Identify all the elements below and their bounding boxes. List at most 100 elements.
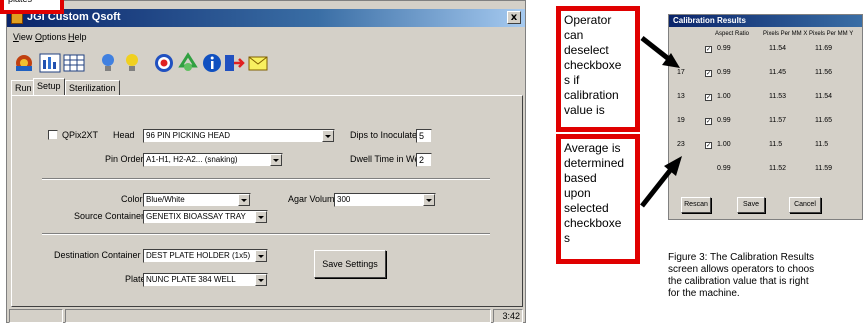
plate-chart-icon[interactable] — [39, 52, 61, 74]
qsoft-window: JGI Custom Qsoft x View Options Help Run… — [6, 0, 526, 323]
callout-line: s if — [564, 73, 580, 87]
agar-label: Agar Volume — [288, 194, 340, 204]
menu-options[interactable]: Options — [35, 32, 66, 42]
pixels-y-cell: 11.65 — [815, 117, 832, 124]
head-label: Head — [113, 130, 135, 140]
info-icon[interactable] — [201, 52, 223, 74]
source-select[interactable]: GENETIX BIOASSAY TRAY — [143, 210, 268, 224]
arrows-overlay — [640, 36, 682, 208]
color-select[interactable]: Blue/White — [143, 193, 251, 207]
bulb-blue-icon[interactable] — [97, 52, 119, 74]
tab-run[interactable]: Run — [11, 80, 36, 95]
pixels-x-cell: 11.57 — [769, 117, 786, 124]
bulb-yellow-icon[interactable] — [121, 52, 143, 74]
cancel-button[interactable]: Cancel — [789, 197, 821, 213]
menu-help[interactable]: Help — [68, 32, 87, 42]
operator-callout: Operator can deselect checkboxe s if cal… — [556, 6, 640, 132]
callout-line: Operator — [564, 13, 612, 27]
column-header: Aspect Ratio — [715, 31, 750, 37]
target-icon[interactable] — [153, 52, 175, 74]
dwell-label: Dwell Time in Well — [350, 154, 424, 164]
aspect-ratio-cell: 1.00 — [717, 93, 731, 100]
dips-input[interactable]: 5 — [416, 129, 432, 143]
recycle-icon[interactable] — [177, 52, 199, 74]
setup-panel: QPix2XT Head 96 PIN PICKING HEAD Dips to… — [11, 95, 523, 307]
callout-line: calibration — [564, 88, 619, 102]
arrow-to-checkbox — [640, 36, 680, 68]
chevron-down-icon[interactable] — [255, 274, 267, 286]
top-callout-text: plates — [8, 0, 32, 4]
chevron-down-icon[interactable] — [423, 194, 435, 206]
destination-label: Destination Container — [54, 250, 141, 260]
color-label: Color — [121, 194, 143, 204]
chevron-down-icon[interactable] — [255, 211, 267, 223]
top-callout: plates — [0, 0, 64, 14]
aspect-ratio-cell: 0.99 — [717, 45, 731, 52]
chevron-down-icon[interactable] — [270, 154, 282, 166]
callout-line: s — [564, 231, 570, 245]
chevron-down-icon[interactable] — [255, 250, 267, 262]
save-button[interactable]: Save — [737, 197, 765, 213]
agar-select[interactable]: 300 — [334, 193, 436, 207]
caption-line: screen allows operators to choos — [668, 264, 815, 275]
run-icon[interactable] — [13, 52, 35, 74]
grid-icon[interactable] — [63, 52, 85, 74]
qpix-label: QPix2XT — [62, 130, 99, 140]
chevron-down-icon[interactable] — [238, 194, 250, 206]
status-cell — [65, 309, 491, 323]
caption-line: the calibration value that is right — [668, 276, 809, 287]
head-select[interactable]: 96 PIN PICKING HEAD — [143, 129, 335, 143]
menu-bar: View Options Help — [7, 29, 525, 45]
caption-line: Figure 3: The Calibration Results — [668, 252, 814, 263]
callout-line: checkboxe — [564, 58, 622, 72]
pixels-y-cell: 11.56 — [815, 69, 832, 76]
dips-label: Dips to Inoculate — [350, 130, 418, 140]
pixels-x-cell: 11.53 — [769, 93, 786, 100]
toolbar — [13, 50, 273, 78]
average-callout: Average is determined based upon selecte… — [556, 134, 640, 264]
status-time: 3:42 PM — [493, 309, 523, 323]
qpix-checkbox[interactable] — [48, 130, 58, 140]
calibration-window: Calibration Results Aspect Ratio Pixels … — [668, 14, 863, 220]
row-checkbox[interactable]: ✓ — [705, 118, 712, 125]
callout-line: checkboxe — [564, 216, 622, 230]
pixels-y-cell: 11.54 — [815, 93, 832, 100]
export-icon[interactable] — [223, 52, 245, 74]
pin-order-label: Pin Order — [105, 154, 144, 164]
aspect-ratio-cell: 0.99 — [717, 69, 731, 76]
callout-line: deselect — [564, 43, 609, 57]
dwell-input[interactable]: 2 — [416, 153, 432, 167]
aspect-ratio-cell: 1.00 — [717, 141, 731, 148]
row-checkbox[interactable]: ✓ — [705, 94, 712, 101]
pixels-y-cell: 11.59 — [815, 165, 832, 172]
save-settings-button[interactable]: Save Settings — [314, 250, 386, 278]
callout-line: upon — [564, 186, 591, 200]
divider — [42, 178, 490, 180]
pixels-y-cell: 11.5 — [815, 141, 829, 148]
row-checkbox[interactable]: ✓ — [705, 46, 712, 53]
status-cell — [9, 309, 63, 323]
pixels-x-cell: 11.5 — [769, 141, 783, 148]
callout-line: determined — [564, 156, 625, 170]
callout-line: selected — [564, 201, 609, 215]
chevron-down-icon[interactable] — [322, 130, 334, 142]
tab-setup[interactable]: Setup — [33, 78, 65, 96]
row-checkbox[interactable]: ✓ — [705, 142, 712, 149]
figure-caption: Figure 3: The Calibration Results screen… — [668, 252, 863, 300]
tab-sterilization[interactable]: Sterilization — [65, 80, 120, 95]
close-button[interactable]: x — [507, 11, 521, 24]
column-header: Pixels Per MM X — [763, 31, 808, 37]
source-label: Source Container — [74, 211, 145, 221]
mail-icon[interactable] — [247, 52, 269, 74]
callout-line: Average is — [564, 141, 621, 155]
pin-order-select[interactable]: A1-H1, H2-A2... (snaking) — [143, 153, 283, 167]
status-bar: 3:42 PM — [7, 309, 525, 323]
caption-line: for the machine. — [668, 288, 740, 299]
destination-select[interactable]: DEST PLATE HOLDER (1x5) — [143, 249, 268, 263]
menu-view[interactable]: View — [13, 32, 32, 42]
plate-select[interactable]: NUNC PLATE 384 WELL — [143, 273, 268, 287]
aspect-ratio-cell: 0.99 — [717, 117, 731, 124]
row-checkbox[interactable]: ✓ — [705, 70, 712, 77]
pixels-y-cell: 11.69 — [815, 45, 832, 52]
pixels-x-cell: 11.54 — [769, 45, 786, 52]
